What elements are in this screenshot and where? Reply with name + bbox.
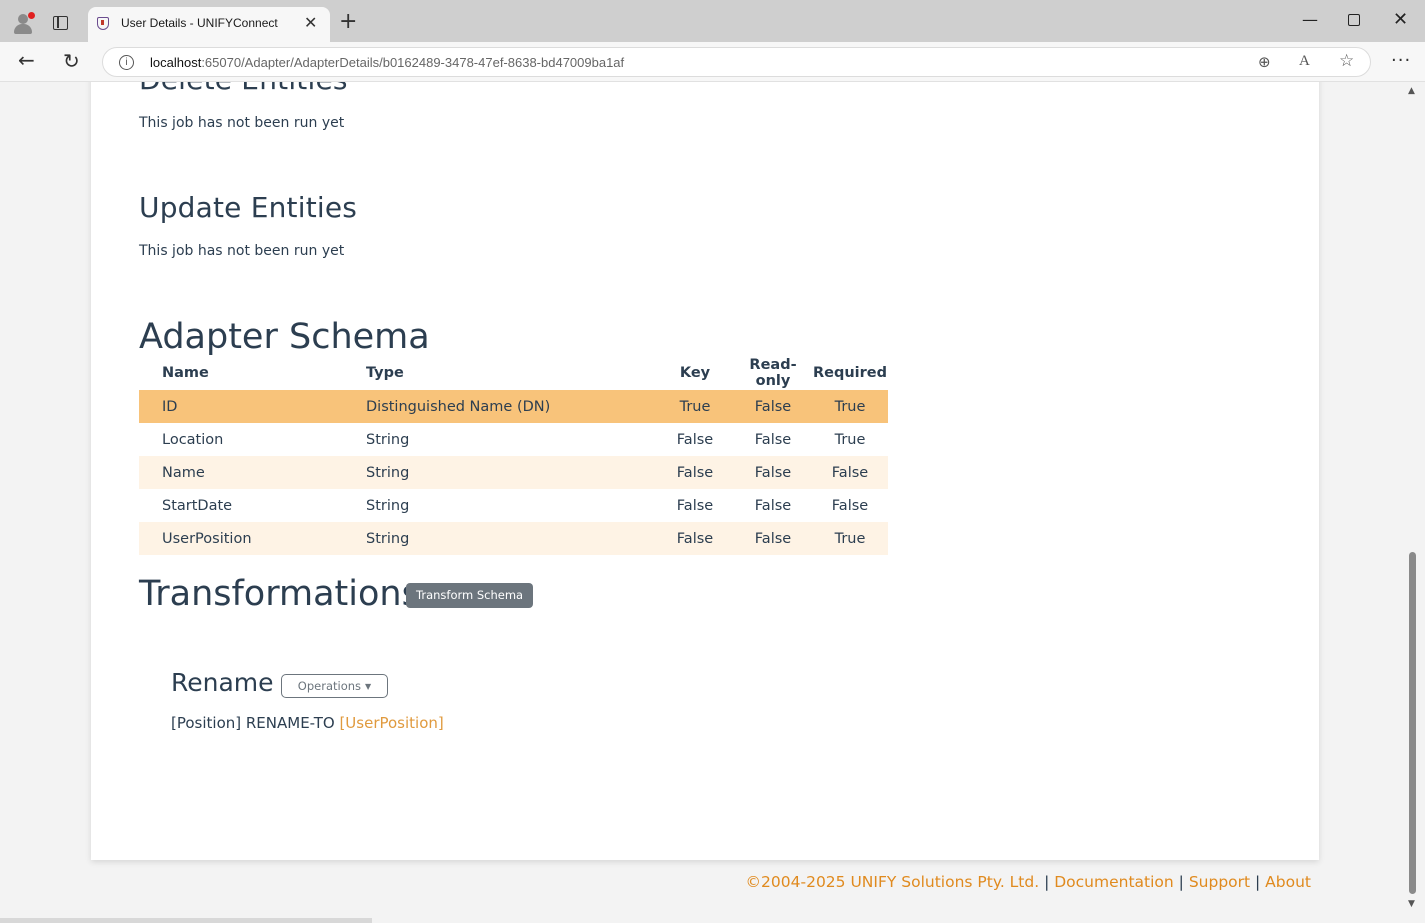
rename-target-link[interactable]: [UserPosition] [339, 714, 443, 732]
copyright-link[interactable]: ©2004-2025 UNIFY Solutions Pty. Ltd. [746, 873, 1040, 891]
transform-schema-button[interactable]: Transform Schema [406, 583, 534, 608]
operations-dropdown-button[interactable]: Operations ▼ [281, 674, 388, 698]
profile-avatar-icon[interactable] [12, 12, 35, 34]
table-row[interactable]: ID Distinguished Name (DN) True False Tr… [139, 390, 888, 423]
cell-readonly: False [734, 456, 812, 489]
horizontal-scrollbar[interactable] [0, 918, 372, 923]
footer-separator: | [1173, 873, 1189, 891]
url-text: localhost:65070/Adapter/AdapterDetails/b… [150, 55, 625, 70]
col-readonly-header[interactable]: Read-only [734, 356, 812, 390]
delete-entities-heading: Delete Entities [139, 82, 348, 96]
more-menu-icon[interactable]: ··· [1391, 50, 1411, 71]
cell-readonly: False [734, 522, 812, 555]
cell-key: False [676, 431, 714, 448]
scrollbar-thumb[interactable] [1409, 552, 1416, 894]
window-close-icon[interactable]: ✕ [1393, 9, 1408, 30]
cell-type: String [366, 456, 656, 489]
table-row[interactable]: Name String False False False [139, 456, 888, 489]
tab-strip: User Details - UNIFYConnect ✕ + — ✕ [0, 0, 1425, 42]
cell-key: False [676, 497, 714, 514]
site-info-icon[interactable]: i [119, 55, 134, 70]
caret-down-icon: ▼ [365, 682, 372, 691]
cell-required: False [812, 456, 888, 489]
favorite-star-icon[interactable]: ☆ [1339, 51, 1354, 71]
cell-name: Name [139, 456, 366, 489]
cell-required: False [831, 497, 869, 514]
footer-separator: | [1039, 873, 1055, 891]
cell-name: Location [162, 431, 224, 448]
url-input[interactable]: i localhost:65070/Adapter/AdapterDetails… [102, 47, 1371, 77]
cell-type: String [366, 522, 656, 555]
scroll-down-icon[interactable]: ▼ [1408, 899, 1415, 909]
rename-rule: [Position] RENAME-TO [UserPosition] [171, 714, 444, 732]
page-viewport: Delete Entities This job has not been ru… [0, 82, 1425, 923]
update-entities-status: This job has not been run yet [139, 243, 345, 259]
back-arrow-icon[interactable]: ← [18, 48, 35, 72]
schema-header-row: Name Type Key Read-only Required [139, 356, 888, 390]
table-row[interactable]: Location String False False True [139, 423, 888, 456]
cell-readonly: False [754, 431, 792, 448]
about-link[interactable]: About [1265, 873, 1311, 891]
cell-type: Distinguished Name (DN) [366, 390, 656, 423]
minimize-icon[interactable]: — [1302, 10, 1318, 29]
rename-source: [Position] RENAME-TO [171, 714, 340, 732]
new-tab-icon[interactable]: + [339, 9, 357, 34]
cell-required: True [812, 522, 888, 555]
col-key-header[interactable]: Key [656, 356, 734, 390]
vertical-scrollbar[interactable]: ▲ ▼ [1406, 82, 1419, 923]
operations-label: Operations [297, 679, 362, 693]
cell-readonly: False [734, 390, 812, 423]
cell-type: String [366, 497, 410, 514]
cell-name: UserPosition [139, 522, 366, 555]
cell-key: True [656, 390, 734, 423]
cell-key: False [656, 522, 734, 555]
table-row[interactable]: UserPosition String False False True [139, 522, 888, 555]
reload-icon[interactable]: ↻ [63, 49, 80, 73]
cell-required: True [812, 390, 888, 423]
schema-table: Name Type Key Read-only Required ID Dist… [139, 356, 888, 555]
scroll-up-icon[interactable]: ▲ [1408, 86, 1415, 96]
rename-heading: Rename [171, 668, 274, 697]
documentation-link[interactable]: Documentation [1054, 873, 1174, 891]
col-name-header[interactable]: Name [139, 356, 366, 390]
maximize-icon[interactable] [1348, 14, 1360, 26]
tab-title: User Details - UNIFYConnect [121, 16, 278, 30]
transformations-heading: Transformations [139, 574, 420, 614]
zoom-icon[interactable]: ⊕ [1258, 53, 1271, 71]
cell-name: StartDate [162, 497, 233, 514]
adapter-schema-heading: Adapter Schema [139, 317, 430, 357]
read-aloud-icon[interactable]: A [1299, 53, 1310, 70]
content-card: Delete Entities This job has not been ru… [91, 82, 1319, 860]
table-row[interactable]: StartDate String False False False [139, 489, 888, 522]
col-required-header[interactable]: Required [812, 356, 888, 390]
support-link[interactable]: Support [1189, 873, 1250, 891]
delete-entities-status: This job has not been run yet [139, 115, 345, 131]
footer-separator: | [1250, 873, 1266, 891]
cell-name: ID [139, 390, 366, 423]
cell-type: String [366, 431, 410, 448]
tab-actions-icon[interactable] [53, 16, 68, 30]
cell-key: False [656, 456, 734, 489]
update-entities-heading: Update Entities [139, 191, 358, 224]
cell-required: True [834, 431, 866, 448]
favicon-icon [97, 17, 109, 30]
col-type-header[interactable]: Type [366, 356, 656, 390]
browser-tab[interactable]: User Details - UNIFYConnect ✕ [88, 7, 330, 42]
address-bar: ← ↻ i localhost:65070/Adapter/AdapterDet… [0, 42, 1425, 82]
cell-readonly: False [754, 497, 792, 514]
close-tab-icon[interactable]: ✕ [304, 13, 317, 32]
page-footer: ©2004-2025 UNIFY Solutions Pty. Ltd. | D… [746, 873, 1311, 891]
